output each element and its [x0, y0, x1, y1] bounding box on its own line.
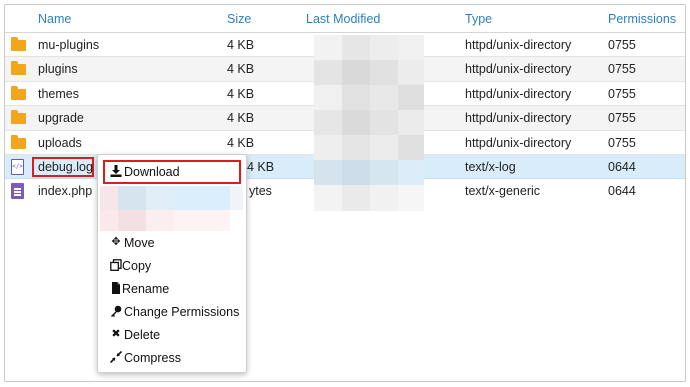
move-arrows-icon: ✥ — [111, 235, 121, 248]
file-permissions: 0755 — [608, 135, 636, 150]
column-header-size[interactable]: Size — [227, 12, 251, 26]
close-x-icon: ✖ — [111, 327, 121, 340]
file-type: httpd/unix-directory — [465, 135, 572, 150]
file-size: 4 KB — [227, 86, 255, 101]
file-permissions: 0755 — [608, 38, 636, 52]
download-icon — [110, 165, 122, 177]
file-type: httpd/unix-directory — [465, 111, 572, 126]
file-name[interactable]: themes — [38, 87, 79, 101]
file-size: 4 KB — [227, 38, 255, 52]
menu-item-label: Download — [124, 165, 180, 179]
file-name[interactable]: plugins — [38, 62, 78, 76]
key-icon — [110, 305, 122, 317]
file-permissions: 0644 — [608, 160, 636, 174]
file-name[interactable]: upgrade — [38, 111, 84, 125]
menu-item-label: Compress — [124, 351, 181, 365]
file-type: text/x-generic — [465, 184, 541, 199]
menu-item-label: Rename — [122, 282, 170, 296]
file-size: 4 KB — [227, 62, 255, 77]
file-type: text/x-log — [465, 160, 516, 174]
file-type: httpd/unix-directory — [465, 38, 572, 52]
menu-item-label: Copy — [122, 259, 152, 273]
log-file-icon: </> — [11, 159, 27, 175]
context-menu: Download ✥ Move Copy Rename Change Permi… — [97, 154, 247, 373]
folder-icon — [11, 110, 27, 126]
menu-item-copy[interactable]: Copy — [98, 255, 246, 277]
folder-icon — [11, 37, 27, 53]
column-header-type[interactable]: Type — [465, 12, 492, 26]
menu-item-label: Delete — [124, 328, 161, 342]
file-size: 4 KB — [227, 111, 255, 126]
file-name[interactable]: uploads — [38, 136, 82, 150]
menu-item-delete[interactable]: ✖ Delete — [98, 324, 246, 346]
file-permissions: 0755 — [608, 111, 636, 126]
php-file-icon — [11, 183, 27, 200]
menu-item-download[interactable]: Download — [98, 161, 246, 183]
file-type: httpd/unix-directory — [465, 62, 572, 77]
menu-item-rename[interactable]: Rename — [98, 278, 246, 300]
file-permissions: 0644 — [608, 184, 636, 199]
folder-icon — [11, 134, 27, 151]
menu-item-label: Move — [124, 236, 155, 250]
column-header-permissions[interactable]: Permissions — [608, 12, 676, 26]
copy-icon — [110, 259, 122, 271]
file-name[interactable]: mu-plugins — [38, 38, 99, 52]
blurred-last-modified-column — [314, 35, 424, 211]
file-type: httpd/unix-directory — [465, 86, 572, 101]
menu-item-label: Change Permissions — [124, 305, 240, 319]
file-permissions: 0755 — [608, 62, 636, 77]
menu-item-change-permissions[interactable]: Change Permissions — [98, 301, 246, 323]
file-size: ytes — [249, 184, 272, 199]
column-header-last-modified[interactable]: Last Modified — [306, 12, 380, 26]
compress-arrows-icon — [109, 350, 123, 364]
file-icon — [110, 282, 122, 294]
folder-icon — [11, 61, 27, 77]
file-size: 4 KB — [227, 135, 255, 150]
file-name[interactable]: debug.log — [38, 160, 93, 174]
file-name[interactable]: index.php — [38, 184, 92, 198]
table-header: Name Size Last Modified Type Permissions — [5, 5, 685, 33]
menu-item-compress[interactable]: Compress — [98, 347, 246, 369]
column-header-name[interactable]: Name — [38, 12, 71, 26]
folder-icon — [11, 85, 27, 102]
file-size: 4 KB — [247, 160, 275, 174]
file-permissions: 0755 — [608, 86, 636, 101]
blurred-menu-items — [100, 186, 243, 231]
menu-item-move[interactable]: ✥ Move — [98, 232, 246, 254]
